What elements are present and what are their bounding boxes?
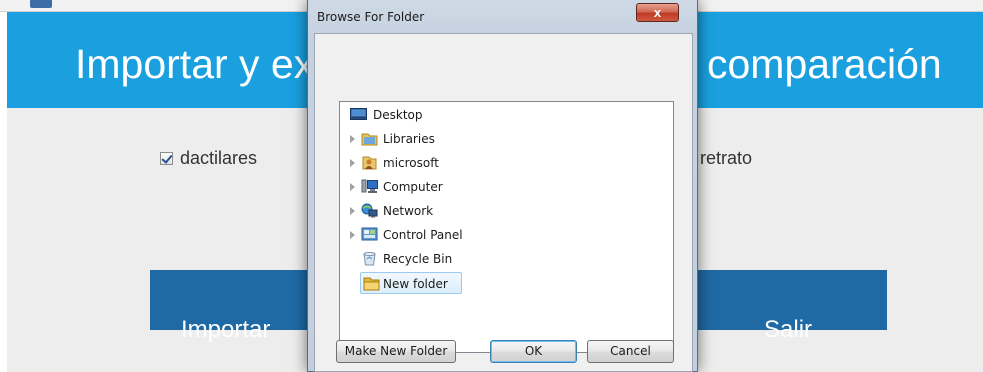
dialog-content: Desktop Libraries microsoft Computer Net… xyxy=(314,33,693,372)
network-icon xyxy=(361,203,378,218)
expand-arrow-icon[interactable] xyxy=(350,231,355,239)
option-retrato-label: retrato xyxy=(700,148,753,168)
expand-arrow-icon[interactable] xyxy=(350,135,355,143)
computer-icon xyxy=(361,179,378,193)
tree-item-label: Control Panel xyxy=(383,228,463,242)
app-left-edge xyxy=(0,12,7,372)
option-dactilares[interactable]: dactilares xyxy=(160,148,257,169)
tree-item-label: Desktop xyxy=(373,108,423,122)
tree-item-network[interactable]: Network xyxy=(350,200,470,222)
tree-item-label: Computer xyxy=(383,180,443,194)
ok-button[interactable]: OK xyxy=(490,340,577,363)
tree-item-label: Recycle Bin xyxy=(383,252,453,266)
libraries-icon xyxy=(361,133,378,146)
folder-icon xyxy=(363,277,380,291)
importar-button[interactable]: Importar xyxy=(150,270,310,343)
tree-item-label: Network xyxy=(383,204,434,218)
tree-item-label: microsoft xyxy=(383,156,439,170)
option-retrato[interactable]: retrato xyxy=(700,148,752,169)
recycle-bin-icon xyxy=(363,252,376,266)
importar-button-label: Importar xyxy=(181,316,271,343)
tree-item-computer[interactable]: Computer xyxy=(350,176,470,198)
desktop-icon xyxy=(350,108,367,120)
page-title-left: Importar y ex xyxy=(75,41,315,87)
tree-item-microsoft[interactable]: microsoft xyxy=(350,152,470,174)
cancel-button[interactable]: Cancel xyxy=(587,340,674,363)
close-button[interactable]: x xyxy=(636,3,679,22)
tree-item-libraries[interactable]: Libraries xyxy=(350,128,470,150)
control-panel-icon xyxy=(361,227,378,241)
dialog-title: Browse For Folder xyxy=(317,10,425,24)
expand-arrow-icon[interactable] xyxy=(350,159,355,167)
folder-tree[interactable]: Desktop Libraries microsoft Computer Net… xyxy=(339,101,674,353)
salir-button-label: Salir xyxy=(764,316,813,343)
tree-item-label: Libraries xyxy=(383,132,435,146)
expand-arrow-icon[interactable] xyxy=(350,183,355,191)
page-title-right: comparación xyxy=(707,41,942,87)
make-new-folder-button[interactable]: Make New Folder xyxy=(336,340,456,363)
user-folder-icon xyxy=(362,156,377,170)
option-dactilares-label: dactilares xyxy=(180,148,258,168)
app-icon xyxy=(30,0,52,8)
expand-arrow-icon[interactable] xyxy=(350,207,355,215)
checkbox-checked-icon[interactable] xyxy=(160,152,173,165)
close-icon: x xyxy=(653,5,662,20)
tree-item-recycle-bin[interactable]: Recycle Bin xyxy=(350,248,470,270)
tree-item-label: New folder xyxy=(383,277,448,291)
tree-item-new-folder[interactable]: New folder xyxy=(360,272,462,294)
browse-for-folder-dialog: Browse For Folder x Desktop Libraries mi… xyxy=(307,0,698,372)
tree-item-desktop[interactable]: Desktop xyxy=(350,104,460,126)
tree-item-control-panel[interactable]: Control Panel xyxy=(350,224,490,246)
salir-button[interactable]: Salir xyxy=(690,270,887,343)
